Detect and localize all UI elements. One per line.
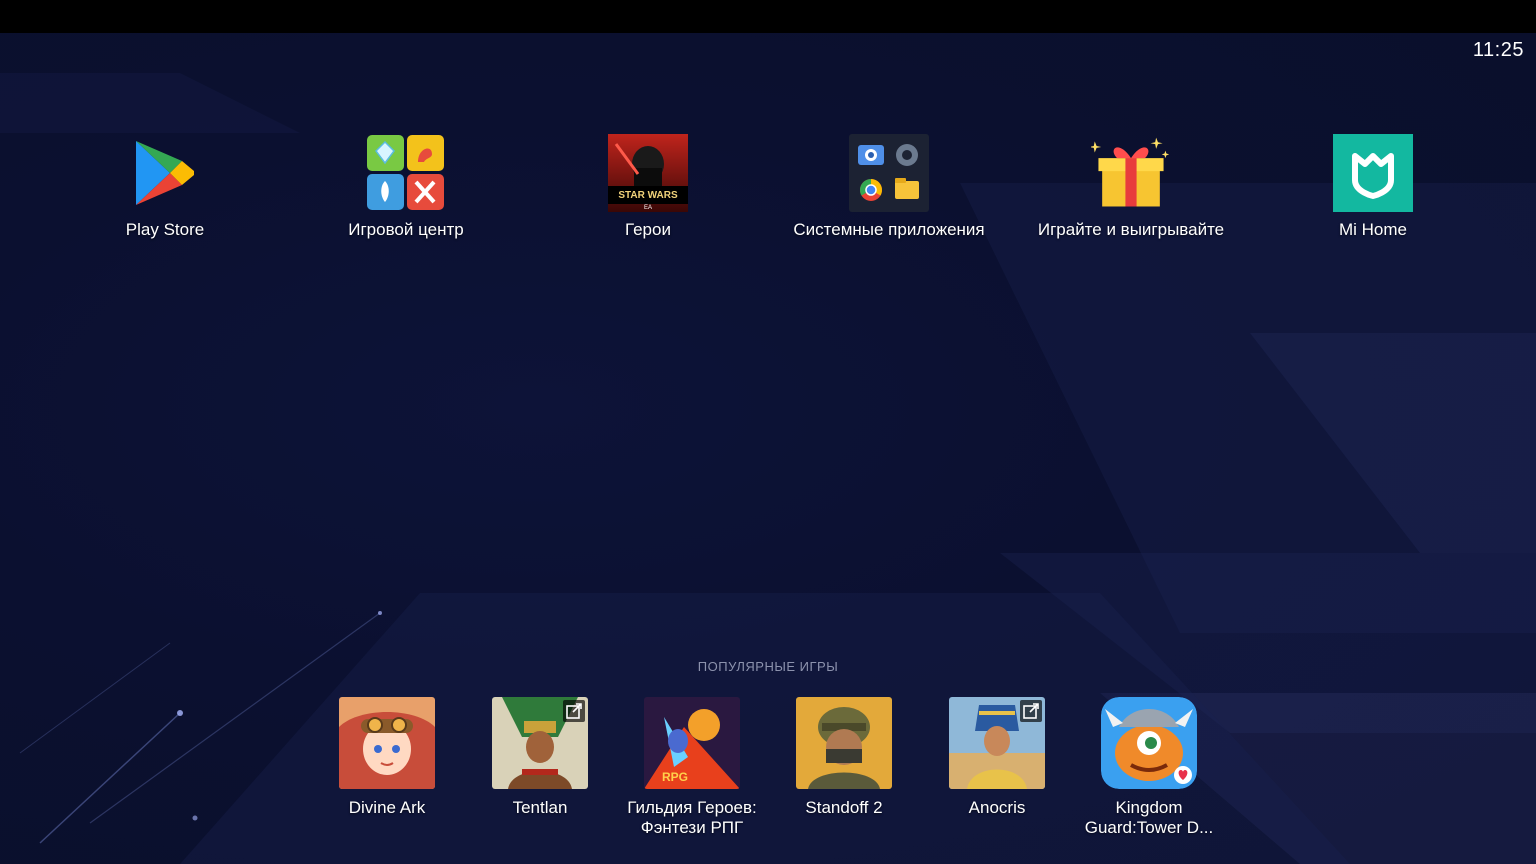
svg-text:RPG: RPG <box>662 770 688 784</box>
app-heroes[interactable]: STAR WARS EA Герои <box>538 134 758 254</box>
tentlan-icon <box>492 697 588 789</box>
game-label: Standoff 2 <box>805 798 883 817</box>
app-label: Игровой центр <box>348 220 464 239</box>
game-label: Anocris <box>968 798 1026 817</box>
game-label: Tentlan <box>512 798 568 817</box>
app-mi-home[interactable]: Mi Home <box>1263 134 1483 254</box>
app-system-apps-folder[interactable]: Системные приложения <box>779 134 999 254</box>
game-center-icon <box>366 134 446 212</box>
divine-ark-icon <box>339 697 435 789</box>
svg-text:EA: EA <box>644 205 652 211</box>
app-label: Герои <box>625 220 671 239</box>
play-store-icon <box>125 134 205 212</box>
game-label: Divine Ark <box>348 798 426 817</box>
svg-text:STAR WARS: STAR WARS <box>618 190 678 201</box>
app-label: Системные приложения <box>793 220 985 239</box>
app-game-center[interactable]: Игровой центр <box>296 134 516 254</box>
game-standoff-2[interactable]: Standoff 2 <box>769 697 919 818</box>
guild-of-heroes-icon: RPG <box>644 697 740 789</box>
external-link-icon <box>1020 700 1042 722</box>
standoff-2-icon <box>796 697 892 789</box>
status-clock: 11:25 <box>1472 39 1524 61</box>
top-black-bar <box>0 0 1536 33</box>
anocris-icon <box>949 697 1045 789</box>
app-label: Играйте и выигрывайте <box>1037 220 1225 239</box>
game-label: Гильдия Героев: Фэнтези РПГ <box>627 798 757 837</box>
game-guild-of-heroes[interactable]: RPG Гильдия Героев: Фэнтези РПГ <box>617 697 767 838</box>
mi-home-icon <box>1333 134 1413 212</box>
game-kingdom-guard[interactable]: Kingdom Guard:Tower D... <box>1074 697 1224 838</box>
app-label: Play Store <box>125 220 205 239</box>
home-screen: 11:25 Play Store Игровой центр STAR WARS… <box>0 33 1536 864</box>
gift-icon <box>1091 134 1171 212</box>
game-anocris[interactable]: Anocris <box>922 697 1072 818</box>
game-tentlan[interactable]: Tentlan <box>465 697 615 818</box>
game-divine-ark[interactable]: Divine Ark <box>312 697 462 818</box>
system-apps-folder-icon <box>849 134 929 212</box>
app-label: Mi Home <box>1338 220 1407 239</box>
star-wars-heroes-icon: STAR WARS EA <box>608 134 688 212</box>
app-play-store[interactable]: Play Store <box>55 134 275 254</box>
game-label: Kingdom Guard:Tower D... <box>1084 798 1214 837</box>
external-link-icon <box>563 700 585 722</box>
app-play-and-win[interactable]: Играйте и выигрывайте <box>1021 134 1241 254</box>
popular-games-title: ПОПУЛЯРНЫЕ ИГРЫ <box>697 659 839 674</box>
kingdom-guard-icon <box>1101 697 1197 789</box>
